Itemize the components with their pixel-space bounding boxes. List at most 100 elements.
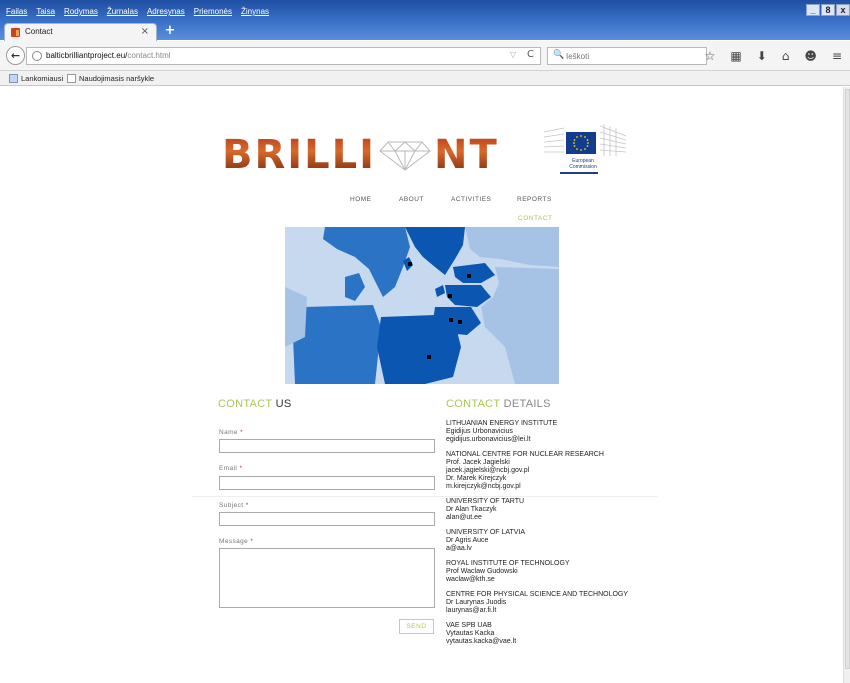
tab-title: Contact [25, 27, 53, 36]
org-name: CENTRE FOR PHYSICAL SCIENCE AND TECHNOLO… [446, 591, 629, 598]
contact-person: Prof Waclaw Gudowski [446, 568, 518, 575]
required-mark: * [245, 502, 249, 509]
contact-entry: NATIONAL CENTRE FOR NUCLEAR RESEARCH Pro… [446, 451, 646, 491]
menu-view[interactable]: Rodymas [64, 7, 98, 16]
home-icon[interactable]: ⌂ [782, 49, 790, 63]
bookmark-label: Lankomiausi [21, 74, 64, 83]
nav-reports[interactable]: REPORTS [517, 196, 557, 203]
contact-email[interactable]: alan@ut.ee [446, 514, 646, 522]
european-commission-logo: European Commission [544, 120, 626, 178]
search-input[interactable] [566, 49, 696, 63]
bookmark-page-icon [67, 74, 76, 83]
bookmark-most-visited[interactable]: Lankomiausi [9, 74, 63, 83]
contact-email[interactable]: waclaw@kth.se [446, 576, 646, 584]
new-tab-button[interactable]: + [163, 24, 177, 38]
url-path: contact.html [127, 51, 171, 60]
org-name: UNIVERSITY OF TARTU [446, 498, 525, 505]
email-field[interactable] [219, 476, 435, 490]
nav-activities[interactable]: ACTIVITIES [451, 196, 517, 203]
reload-icon[interactable]: C [527, 49, 534, 60]
maximize-button[interactable]: 8 [821, 4, 835, 16]
url-text: balticbrilliantproject.eu/contact.html [46, 51, 171, 60]
contact-person: Dr. Marek Kirejczyk [446, 475, 507, 482]
name-field[interactable] [219, 439, 435, 453]
contact-details-heading-accent: CONTACT [446, 398, 501, 410]
message-textarea[interactable] [219, 548, 435, 608]
contact-email[interactable]: egidijus.urbonavicius@lei.lt [446, 436, 646, 444]
site-identity-icon[interactable] [32, 51, 42, 61]
contact-details-heading: CONTACT DETAILS [446, 398, 551, 410]
contact-person: Dr Laurynas Juodis [446, 599, 507, 606]
name-label-text: Name [219, 429, 238, 436]
tab-close-icon[interactable]: × [141, 26, 149, 37]
contact-entry: LITHUANIAN ENERGY INSTITUTE Egidijus Urb… [446, 420, 646, 444]
menu-edit[interactable]: Taisa [36, 7, 55, 16]
map-marker-tartu [467, 274, 471, 278]
minimize-button[interactable]: _ [806, 4, 820, 16]
org-name: VAE SPB UAB [446, 622, 492, 629]
url-host: balticbrilliantproject.eu/ [46, 51, 128, 60]
email-label-text: Email [219, 465, 238, 472]
close-window-button[interactable]: x [836, 4, 850, 16]
nav-about[interactable]: ABOUT [399, 196, 451, 203]
ec-underline [560, 172, 598, 174]
subject-field[interactable] [219, 512, 435, 526]
back-button[interactable]: ← [6, 46, 25, 65]
contact-person: Egidijus Urbonavicius [446, 428, 513, 435]
address-bar[interactable]: balticbrilliantproject.eu/contact.html ▽… [26, 47, 541, 65]
toolbar-icons: ☆ ▦ ⬇ ⌂ ☻ ≡ [705, 49, 842, 63]
contact-email[interactable]: jacek.jagielski@ncbj.gov.pl [446, 467, 646, 475]
message-label-text: Message [219, 538, 249, 545]
logo-text-right: NT [434, 132, 499, 178]
reading-list-icon[interactable]: ▦ [730, 49, 741, 63]
org-name: UNIVERSITY OF LATVIA [446, 529, 526, 536]
name-label: Name * [219, 429, 243, 436]
menu-hamburger-icon[interactable]: ≡ [832, 49, 842, 63]
menu-help[interactable]: Žinynas [241, 7, 269, 16]
window-controls: _ 8 x [806, 4, 850, 16]
map-marker-stockholm [408, 262, 412, 266]
contact-email[interactable]: laurynas@ar.fi.lt [446, 607, 646, 615]
contact-us-heading: CONTACT US [218, 398, 292, 410]
bookmark-star-icon[interactable]: ☆ [705, 49, 716, 63]
ec-label: European Commission [558, 158, 608, 170]
menu-file[interactable]: Failas [6, 7, 27, 16]
map-marker-vilnius [458, 320, 462, 324]
bookmark-label: Naudojimasis naršykle [79, 74, 155, 83]
contact-email[interactable]: m.kirejczyk@ncbj.gov.pl [446, 483, 646, 491]
site-favicon-icon [11, 28, 20, 37]
menu-tools[interactable]: Priemonės [194, 7, 232, 16]
send-button[interactable]: SEND [399, 619, 434, 634]
search-icon[interactable]: 🔍 [553, 50, 564, 60]
org-name: LITHUANIAN ENERGY INSTITUTE [446, 420, 558, 427]
required-mark: * [250, 538, 254, 545]
message-label: Message * [219, 538, 253, 545]
brilliant-logo[interactable]: BRILLI NT [222, 135, 499, 175]
nav-home[interactable]: HOME [350, 196, 399, 203]
menu-bookmarks[interactable]: Adresynas [147, 7, 185, 16]
chat-icon[interactable]: ☻ [804, 49, 817, 63]
scrollbar-thumb[interactable] [845, 89, 850, 669]
contact-us-heading-rest: US [275, 398, 292, 410]
url-history-dropdown-icon[interactable]: ▽ [510, 50, 516, 59]
contact-entry: UNIVERSITY OF LATVIA Dr Agris Auce a@aa.… [446, 529, 646, 553]
bookmarks-bar: Lankomiausi Naudojimasis naršykle [0, 71, 850, 86]
contact-person: Vytautas Kacka [446, 630, 495, 637]
subject-label: Subject * [219, 502, 249, 509]
site-navigation: HOME ABOUT ACTIVITIES REPORTS [350, 196, 557, 203]
page-scrollbar[interactable] [843, 87, 850, 683]
bookmark-getting-started[interactable]: Naudojimasis naršykle [67, 74, 154, 83]
contact-us-heading-accent: CONTACT [218, 398, 273, 410]
tab-contact[interactable]: Contact × [4, 23, 157, 41]
menu-history[interactable]: Žurnalas [107, 7, 138, 16]
search-bar[interactable]: 🔍 [547, 47, 707, 65]
contact-person: Dr Agris Auce [446, 537, 489, 544]
contact-email[interactable]: a@aa.lv [446, 545, 646, 553]
nav-contact[interactable]: CONTACT [518, 215, 552, 222]
contact-entry: VAE SPB UAB Vytautas Kacka vytautas.kack… [446, 622, 646, 646]
logo-text-left: BRILLI [222, 132, 377, 178]
contact-email[interactable]: vytautas.kacka@vae.lt [446, 638, 646, 646]
menu-bar: Failas Taisa Rodymas Žurnalas Adresynas … [6, 7, 269, 16]
map-marker-otwock [427, 355, 431, 359]
downloads-icon[interactable]: ⬇ [757, 49, 767, 63]
